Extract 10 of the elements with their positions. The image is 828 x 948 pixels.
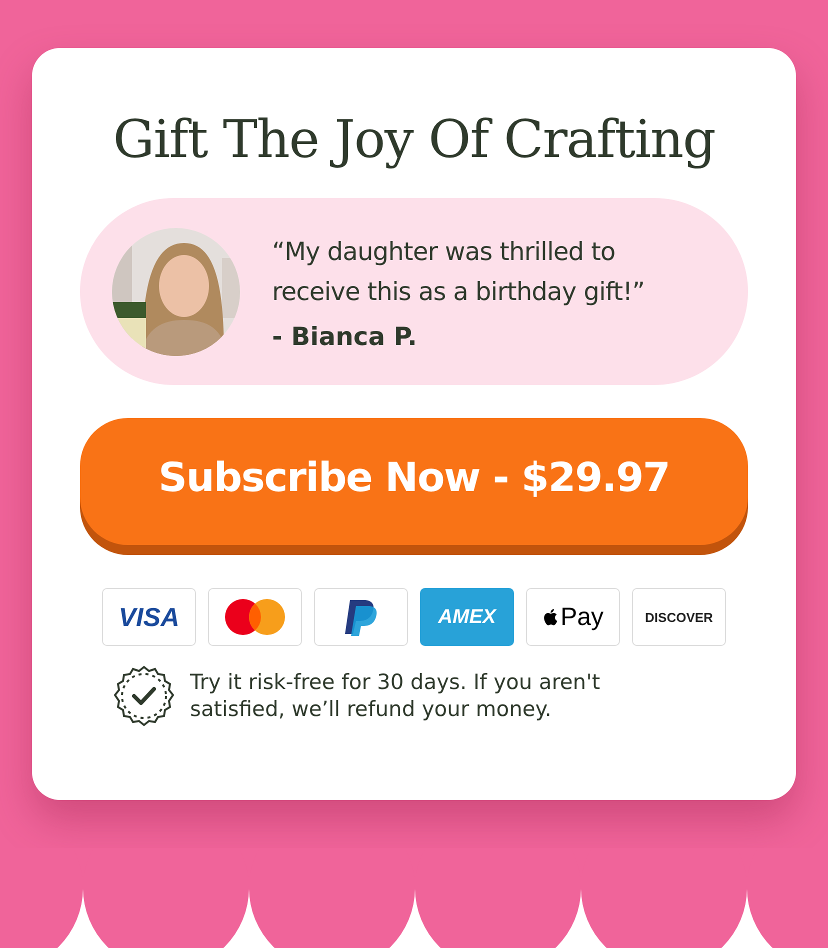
testimonial-quote: “My daughter was thrilled to receive this as a birthday gift!”: [272, 236, 646, 308]
discover-logo: DISCOVER: [632, 588, 726, 646]
testimonial-author: - Bianca P.: [272, 322, 418, 351]
guarantee-text: Try it risk-free for 30 days. If you aren't satisfied, we’ll refund your money.: [190, 669, 602, 723]
check-badge-icon: [112, 664, 176, 728]
visa-logo: VISA: [102, 588, 196, 646]
amex-logo: AMEX: [420, 588, 514, 646]
title: Gift The Joy Of Crafting: [112, 110, 716, 170]
apple-pay-logo: Pay: [526, 588, 620, 646]
subscribe-button[interactable]: Subscribe Now - $29.97: [80, 418, 748, 545]
